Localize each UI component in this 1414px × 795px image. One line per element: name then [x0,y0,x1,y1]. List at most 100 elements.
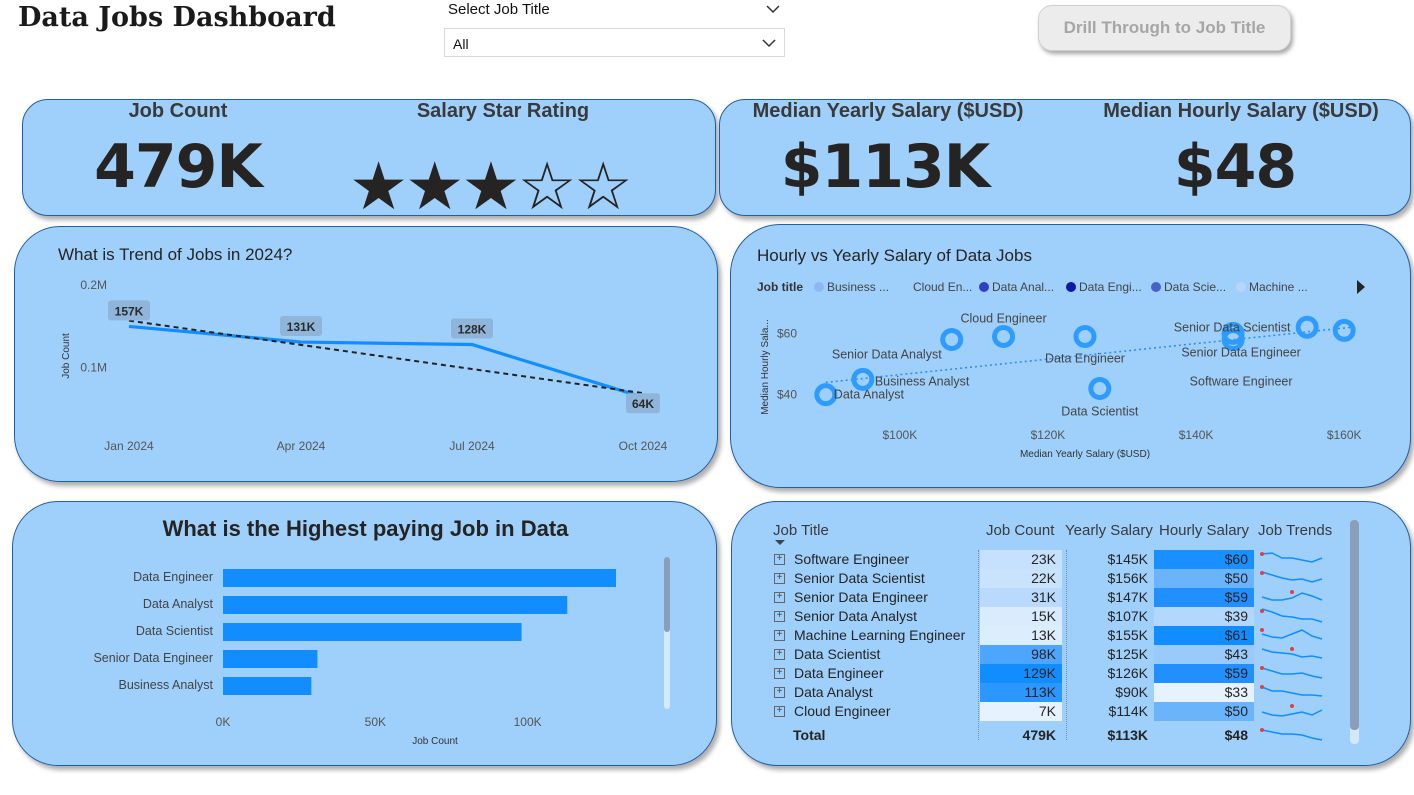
table-row[interactable]: + Software Engineer 23K $145K $60 [732,550,1412,569]
trend-line-chart[interactable]: 0.2M 0.1M Job Count Jan 2024 Apr 2024 Jul 202… [15,227,719,483]
total-label: Total [793,727,826,743]
bar-category-label: Data Scientist [136,624,214,638]
row-job-title: Data Engineer [794,665,884,681]
row-sparkline [1260,552,1323,563]
slicer-selected-value: All [453,36,469,52]
row-yearly-salary: $107K [1107,608,1148,624]
expand-icon[interactable]: + [774,687,785,698]
median-hourly-label: Median Hourly Salary ($USD) [1103,100,1379,122]
job-count-label: Job Count [128,100,228,122]
point-label: Data Engineer [1045,351,1125,365]
legend-swatch [1151,282,1161,292]
col-header-hourly-salary[interactable]: Hourly Salary [1159,522,1249,539]
scatter-marker [814,383,838,407]
expand-icon[interactable]: + [774,706,785,717]
table-row[interactable]: + Machine Learning Engineer 13K $155K $61 [732,626,1412,645]
bar [223,677,312,695]
expand-icon[interactable]: + [774,649,785,660]
scatter-marker [1295,315,1319,339]
highest-paying-card: What is the Highest paying Job in Data D… [12,501,717,766]
job-title-slicer[interactable]: All [444,28,785,57]
table-scrollbar[interactable] [1350,520,1359,744]
point-label: Software Engineer [1190,375,1293,389]
point-label: Cloud Engineer [960,311,1046,325]
x-tick-label: Apr 2024 [277,439,326,453]
legend-item: Machine ... [1236,280,1308,294]
table-scrollbar-thumb[interactable] [1350,520,1359,730]
row-sparkline [1261,590,1323,601]
legend-item: Business ... [814,280,889,294]
table-row[interactable]: + Data Analyst 113K $90K $33 [732,683,1412,702]
row-job-count: 129K [980,664,1062,683]
row-hourly-salary: $50 [1154,702,1254,721]
legend-item: Data Scie... [1151,280,1226,294]
row-job-count: 23K [980,550,1062,569]
data-label-text: 128K [458,323,487,337]
legend-swatch [1236,282,1246,292]
x-tick-label: $100K [883,428,918,442]
expand-icon[interactable]: + [774,592,785,603]
row-yearly-salary: $155K [1107,627,1148,643]
row-hourly-salary: $50 [1154,569,1254,588]
scatter-marker [1332,318,1356,342]
row-sparkline [1260,685,1323,697]
col-header-job-count[interactable]: Job Count [986,522,1054,539]
chevron-down-icon[interactable] [760,35,778,51]
legend-swatch [1066,282,1076,292]
legend-item: Data Engi... [1066,280,1142,294]
trend-line [128,319,644,395]
scatter-chart[interactable]: Job title Business ... Cloud En... Data Ana… [731,225,1412,489]
legend-item: Cloud En... [900,280,972,294]
row-job-count: 98K [980,645,1062,664]
table-row[interactable]: + Data Engineer 129K $126K $59 [732,664,1412,683]
col-header-job-trends[interactable]: Job Trends [1258,522,1332,539]
median-yearly-value: $113K [780,132,991,202]
row-hourly-salary: $43 [1154,645,1254,664]
legend-item: Data Anal... [979,280,1054,294]
slicer-label: Select Job Title [448,1,550,18]
row-hourly-salary: $59 [1154,664,1254,683]
expand-icon[interactable]: + [774,611,785,622]
table-row[interactable]: + Senior Data Analyst 15K $107K $39 [732,607,1412,626]
row-job-count: 113K [980,683,1062,702]
table-row[interactable]: + Cloud Engineer 7K $114K $50 [732,702,1412,721]
legend-label: Data Anal... [992,280,1054,294]
table-row[interactable]: + Data Scientist 98K $125K $43 [732,645,1412,664]
total-row: Total 479K $113K $48 [732,726,1412,745]
expand-icon[interactable]: + [774,554,785,565]
x-axis-label: Job Count [412,736,458,747]
expand-icon[interactable]: + [774,573,785,584]
legend-swatch [814,282,824,292]
col-header-job-title[interactable]: Job Title [773,522,829,539]
bar-chart[interactable]: Data Engineer Data Analyst Data Scientist S… [13,502,718,767]
col-header-yearly-salary[interactable]: Yearly Salary [1065,522,1153,539]
x-tick-label: 50K [365,715,386,729]
row-sparkline [1260,666,1323,679]
scatter-point: Data Engineer [1045,324,1125,365]
page-title: Data Jobs Dashboard [18,2,336,33]
sort-down-icon[interactable] [775,540,785,546]
data-label-text: 131K [287,320,316,334]
table-row[interactable]: + Senior Data Scientist 22K $156K $50 [732,569,1412,588]
scatter-point: Senior Data Analyst [832,328,964,362]
row-job-title: Data Scientist [794,646,881,662]
row-sparkline [1260,628,1323,640]
legend-label: Machine ... [1249,280,1308,294]
expand-icon[interactable]: + [774,630,785,641]
table-row[interactable]: + Senior Data Engineer 31K $147K $59 [732,588,1412,607]
row-yearly-salary: $125K [1107,646,1148,662]
bar [223,623,522,641]
point-label: Senior Data Scientist [1174,320,1291,334]
chevron-down-icon[interactable] [764,0,782,18]
expand-icon[interactable]: + [774,668,785,679]
row-job-count: 31K [980,588,1062,607]
row-job-title: Data Analyst [794,684,873,700]
data-label-text: 157K [115,304,144,318]
point-label: Business Analyst [875,374,970,388]
row-sparkline [1261,704,1323,717]
drill-through-button[interactable]: Drill Through to Job Title [1038,5,1291,51]
row-yearly-salary: $126K [1107,665,1148,681]
data-label: 128K [451,318,493,339]
point-label: Data Analyst [834,388,905,402]
bar-category-label: Business Analyst [119,678,214,692]
